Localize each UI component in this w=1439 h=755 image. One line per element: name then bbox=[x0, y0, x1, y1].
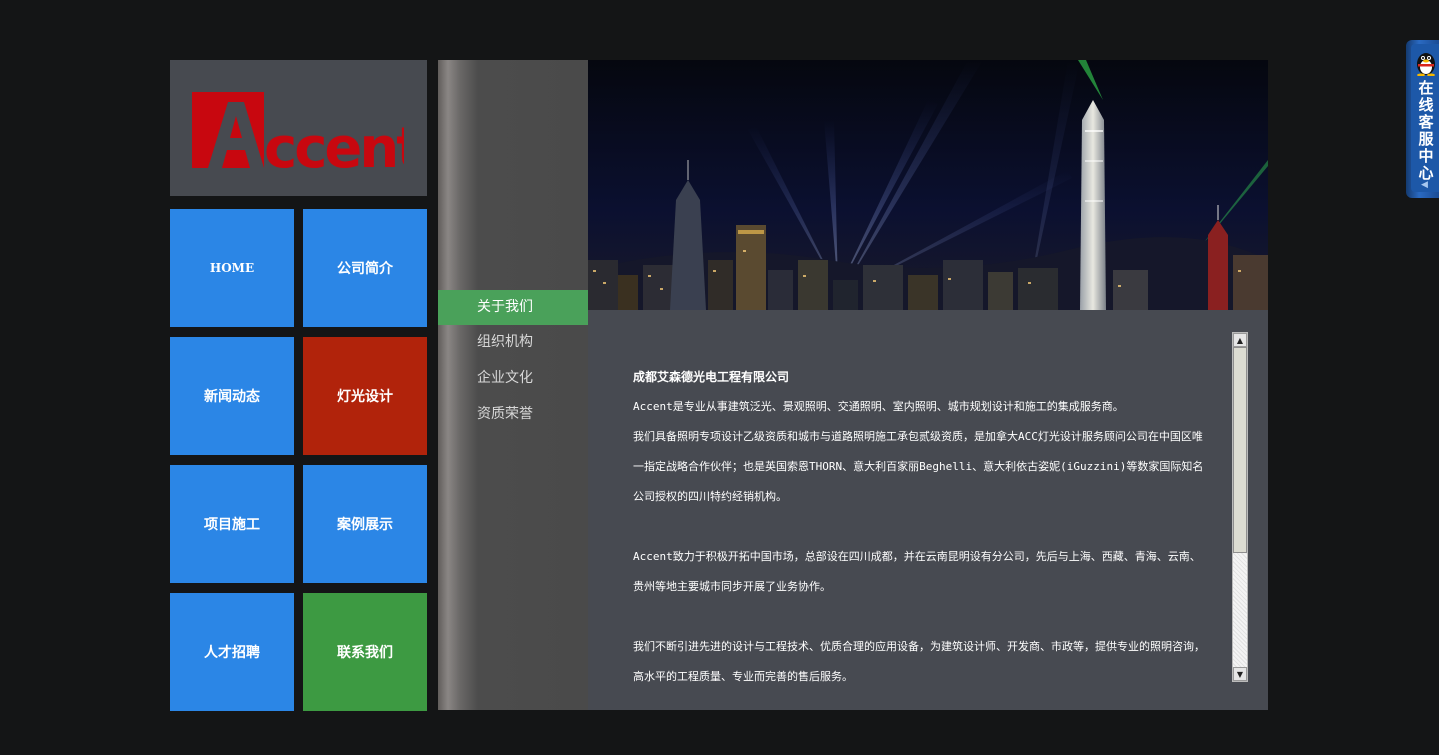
nav-cases-label: 案例展示 bbox=[337, 517, 393, 533]
sub-navigation: 关于我们 组织机构 企业文化 资质荣誉 bbox=[438, 60, 588, 710]
subnav-item-honors[interactable]: 资质荣誉 bbox=[438, 397, 588, 432]
article-scrollbar[interactable]: ▲ ▼ bbox=[1232, 332, 1248, 682]
nav-lighting-label: 灯光设计 bbox=[337, 389, 393, 405]
article-area: 成都艾森德光电工程有限公司 Accent是专业从事建筑泛光、景观照明、交通照明、… bbox=[588, 310, 1268, 710]
nav-about-label: 公司简介 bbox=[337, 261, 393, 277]
nav-news-tile[interactable]: 新闻动态 bbox=[170, 337, 294, 455]
article-paragraph: 我们不断引进先进的设计与工程技术、优质合理的应用设备，为建筑设计师、开发商、市政… bbox=[633, 640, 1205, 683]
subnav-item-organization[interactable]: 组织机构 bbox=[438, 325, 588, 360]
expand-arrow-icon: ◀ bbox=[1421, 180, 1428, 190]
nav-cases-tile[interactable]: 案例展示 bbox=[303, 465, 427, 583]
nav-contact-label: 联系我们 bbox=[337, 645, 393, 661]
nav-home-tile[interactable]: HOME bbox=[170, 209, 294, 327]
article-paragraph: Accent致力于积极开拓中国市场，总部设在四川成都，并在云南昆明设有分公司，先… bbox=[633, 550, 1201, 593]
online-service-label: 在线客服中心 bbox=[1418, 79, 1434, 182]
nav-projects-label: 项目施工 bbox=[204, 517, 260, 533]
nav-projects-tile[interactable]: 项目施工 bbox=[170, 465, 294, 583]
skyline-image bbox=[588, 60, 1268, 310]
logo-panel[interactable]: ccent bbox=[170, 60, 427, 196]
nav-contact-tile[interactable]: 联系我们 bbox=[303, 593, 427, 711]
nav-lighting-tile[interactable]: 灯光设计 bbox=[303, 337, 427, 455]
article-paragraph: 我们具备照明专项设计乙级资质和城市与道路照明施工承包贰级资质，是加拿大ACC灯光… bbox=[633, 430, 1204, 503]
city-night-banner bbox=[588, 60, 1268, 310]
subnav-item-label: 组织机构 bbox=[477, 334, 533, 350]
subnav-item-about-us[interactable]: 关于我们 bbox=[438, 290, 588, 325]
online-service-float[interactable]: 在线客服中心 ◀ bbox=[1406, 40, 1439, 198]
content-panel: 关于我们 组织机构 企业文化 资质荣誉 成都艾森德光电工程有限公司 Accent… bbox=[438, 60, 1268, 710]
accent-logo: ccent bbox=[192, 92, 404, 168]
article-paragraph: Accent是专业从事建筑泛光、景观照明、交通照明、室内照明、城市规划设计和施工… bbox=[633, 400, 1124, 413]
company-name: 成都艾森德光电工程有限公司 bbox=[633, 370, 790, 384]
nav-jobs-tile[interactable]: 人才招聘 bbox=[170, 593, 294, 711]
svg-text:ccent: ccent bbox=[264, 116, 404, 168]
nav-about-tile[interactable]: 公司简介 bbox=[303, 209, 427, 327]
nav-home-label: HOME bbox=[209, 261, 255, 275]
qq-penguin-icon bbox=[1417, 53, 1435, 76]
scroll-up-arrow-icon[interactable]: ▲ bbox=[1233, 333, 1247, 347]
subnav-item-label: 企业文化 bbox=[477, 370, 533, 386]
scroll-down-arrow-icon[interactable]: ▼ bbox=[1233, 667, 1247, 681]
scroll-thumb[interactable] bbox=[1233, 347, 1247, 553]
about-article: 成都艾森德光电工程有限公司 Accent是专业从事建筑泛光、景观照明、交通照明、… bbox=[633, 362, 1208, 692]
subnav-item-culture[interactable]: 企业文化 bbox=[438, 361, 588, 396]
nav-news-label: 新闻动态 bbox=[204, 389, 260, 405]
subnav-item-label: 关于我们 bbox=[477, 299, 533, 315]
subnav-item-label: 资质荣誉 bbox=[477, 406, 533, 422]
nav-jobs-label: 人才招聘 bbox=[204, 645, 260, 661]
